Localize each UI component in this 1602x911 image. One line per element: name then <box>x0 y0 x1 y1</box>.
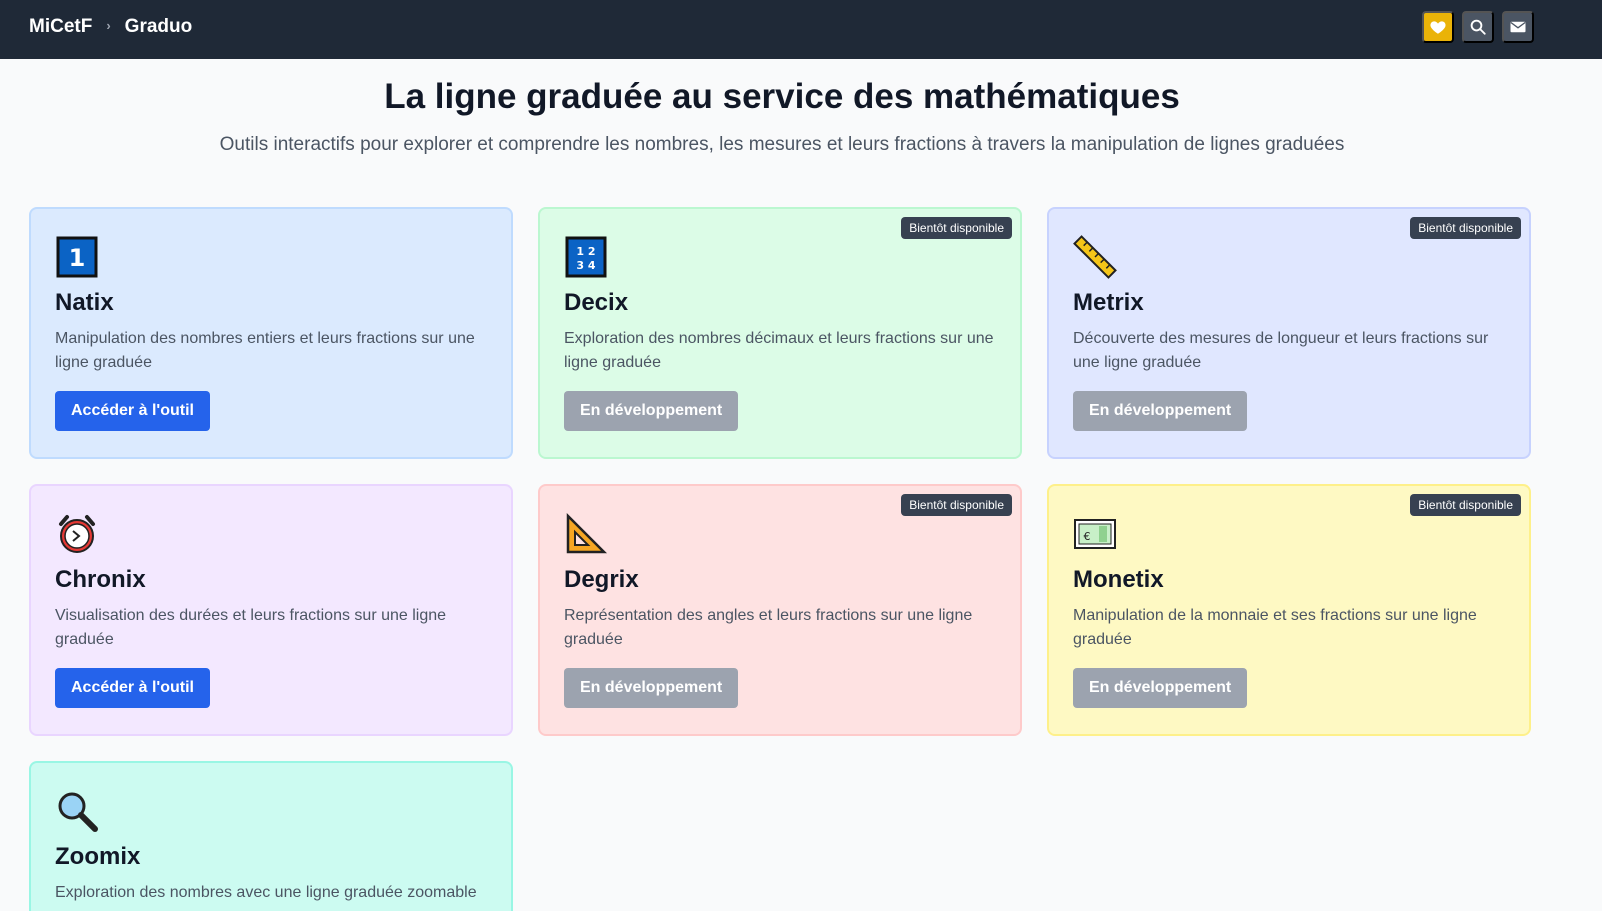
card-description: Représentation des angles et leurs fract… <box>564 607 973 648</box>
card-title: Metrix <box>1073 289 1144 316</box>
contact-button[interactable] <box>1502 11 1534 43</box>
card-description: Exploration des nombres avec une ligne g… <box>55 884 477 901</box>
tool-card-monetix: Bientôt disponible € Monetix Manipulatio… <box>1047 484 1531 736</box>
tool-card-degrix: Bientôt disponible Degrix Représentation… <box>538 484 1022 736</box>
card-title: Zoomix <box>55 843 141 870</box>
card-title: Chronix <box>55 566 146 593</box>
in-development-button: En développement <box>564 668 739 708</box>
breadcrumb-separator-icon: › <box>106 17 111 33</box>
euro-banknote-icon: € <box>1074 519 1116 549</box>
tool-card-metrix: Bientôt disponible Metrix Découverte des… <box>1047 207 1531 459</box>
access-tool-button[interactable]: Accéder à l'outil <box>55 668 210 708</box>
in-development-button: En développement <box>1073 391 1248 431</box>
favorite-button[interactable] <box>1422 11 1454 43</box>
tools-grid: 1 Natix Manipulation des nombres entiers… <box>29 207 1534 911</box>
card-description: Manipulation de la monnaie et ses fracti… <box>1073 607 1477 648</box>
tool-card-chronix: Chronix Visualisation des durées et leur… <box>29 484 513 736</box>
set-square-icon <box>566 512 608 554</box>
access-tool-button[interactable]: Accéder à l'outil <box>55 391 210 431</box>
card-title: Natix <box>55 289 114 316</box>
card-description: Exploration des nombres décimaux et leur… <box>564 330 994 371</box>
alarm-clock-icon <box>59 515 95 553</box>
svg-text:€: € <box>1084 530 1091 543</box>
hero-section: La ligne graduée au service des mathémat… <box>0 59 1564 156</box>
brand-link[interactable]: MiCetF <box>29 16 92 38</box>
svg-text:1 2: 1 2 <box>576 245 595 258</box>
search-button[interactable] <box>1462 11 1494 43</box>
page-subtitle: Outils interactifs pour explorer et comp… <box>219 134 1345 155</box>
card-title: Degrix <box>564 566 639 593</box>
in-development-button: En développement <box>1073 668 1248 708</box>
tool-card-decix: Bientôt disponible 1 2 3 4 Decix Explora… <box>538 207 1022 459</box>
coming-soon-badge: Bientôt disponible <box>1410 217 1521 239</box>
search-icon <box>1470 19 1486 35</box>
in-development-button: En développement <box>564 391 739 431</box>
coming-soon-badge: Bientôt disponible <box>901 217 1012 239</box>
breadcrumb: MiCetF › Graduo <box>29 16 192 38</box>
coming-soon-badge: Bientôt disponible <box>1410 494 1521 516</box>
number-one-icon: 1 <box>56 236 98 278</box>
svg-text:3 4: 3 4 <box>576 259 595 272</box>
top-navbar: MiCetF › Graduo <box>0 0 1602 59</box>
coming-soon-badge: Bientôt disponible <box>901 494 1012 516</box>
tool-card-natix: 1 Natix Manipulation des nombres entiers… <box>29 207 513 459</box>
card-description: Découverte des mesures de longueur et le… <box>1073 330 1489 371</box>
nav-actions <box>1422 11 1534 43</box>
card-title: Decix <box>564 289 629 316</box>
section-link[interactable]: Graduo <box>125 16 193 38</box>
page-title: La ligne graduée au service des mathémat… <box>384 77 1180 116</box>
card-title: Monetix <box>1073 566 1164 593</box>
numbers-grid-icon: 1 2 3 4 <box>565 236 607 278</box>
magnifier-icon <box>58 792 98 832</box>
ruler-icon <box>1073 235 1117 279</box>
mail-icon <box>1510 21 1526 33</box>
card-description: Visualisation des durées et leurs fracti… <box>55 607 447 648</box>
tool-card-zoomix: Zoomix Exploration des nombres avec une … <box>29 761 513 911</box>
svg-text:1: 1 <box>69 244 86 272</box>
card-description: Manipulation des nombres entiers et leur… <box>55 330 475 371</box>
heart-icon <box>1430 21 1446 34</box>
